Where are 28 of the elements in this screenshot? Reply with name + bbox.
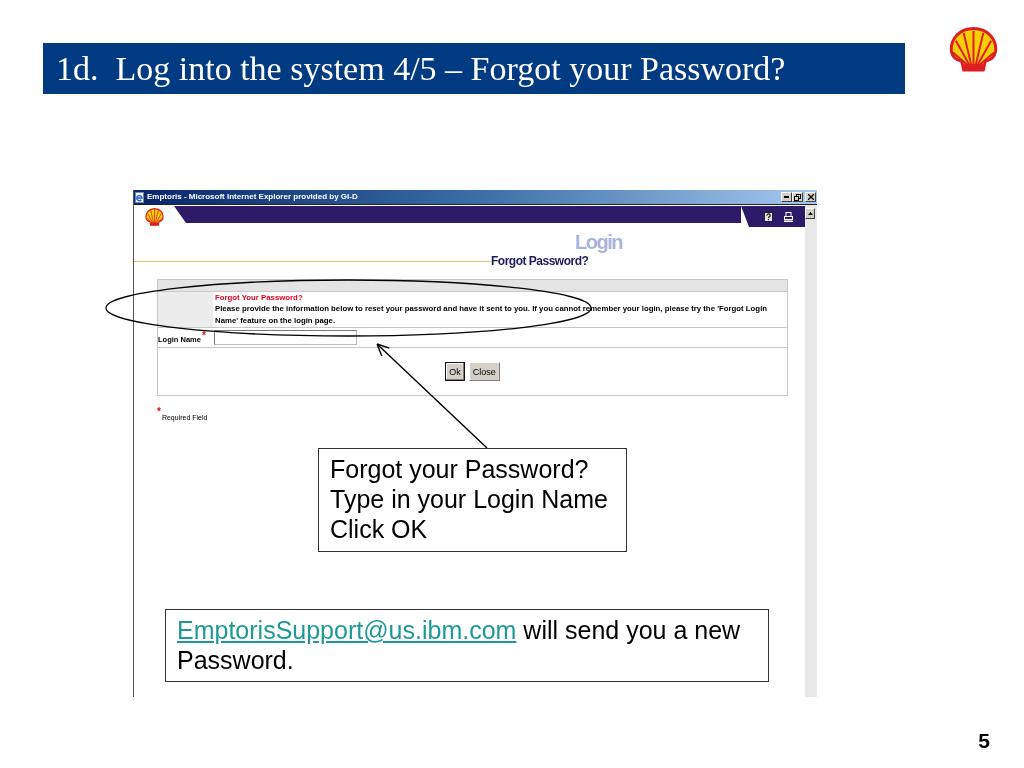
callout-line: Type in your Login Name	[330, 484, 609, 514]
required-mark: *	[157, 408, 161, 416]
callout-line: Click OK	[330, 514, 429, 544]
form-button[interactable]: Close	[468, 362, 500, 381]
minimize-icon	[784, 196, 789, 198]
page-number: 5	[978, 729, 990, 753]
scroll-up-button[interactable]	[805, 208, 815, 219]
required-mark: *	[201, 330, 206, 341]
help-icon[interactable]	[764, 211, 773, 222]
section-heading: Login	[575, 231, 622, 253]
printer-icon[interactable]	[784, 211, 793, 222]
slide-title: 1d. Log into the system 4/5 – Forgot your Password?	[56, 48, 786, 89]
close-button[interactable]	[805, 192, 816, 202]
browser-page-icon	[135, 191, 145, 203]
minimize-button[interactable]	[781, 192, 792, 202]
restore-icon	[794, 193, 801, 201]
restore-button[interactable]	[792, 192, 803, 202]
input-field[interactable]	[214, 330, 357, 345]
window-title: Emptoris - Microsoft Internet Explorer provided by GI-D	[147, 192, 358, 202]
scallop-logo	[949, 27, 998, 72]
close-icon	[807, 194, 814, 200]
label-column-strip	[158, 292, 213, 327]
caret-up-icon	[807, 212, 813, 215]
form-button[interactable]: Ok	[445, 362, 465, 381]
page-title: Forgot Password?	[491, 254, 589, 268]
callout-text: EmptorisSupport@us.ibm.com will send you a new Password.	[177, 615, 742, 675]
scallop-logo	[145, 208, 164, 226]
callout-line: Forgot your Password?	[330, 454, 590, 484]
